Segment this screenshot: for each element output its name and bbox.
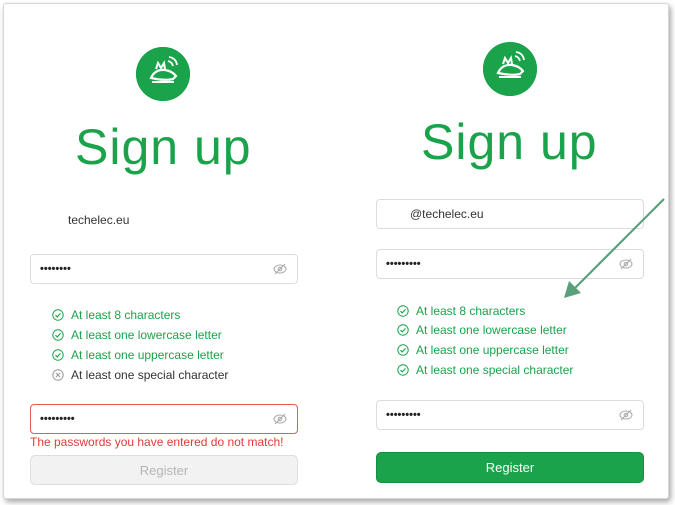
password-value: •••••••• <box>40 263 71 275</box>
rule-label: At least 8 characters <box>71 308 181 322</box>
check-circle-icon <box>397 364 409 376</box>
rule-special-char: At least one special character <box>52 368 228 382</box>
check-circle-icon <box>52 349 64 361</box>
check-circle-icon <box>397 324 409 336</box>
password-mismatch-error: The passwords you have entered do not ma… <box>30 435 284 449</box>
email-value: techelec.eu <box>68 213 130 227</box>
confirm-password-value: ••••••••• <box>40 413 75 425</box>
check-circle-icon <box>52 309 64 321</box>
rule-uppercase: At least one uppercase letter <box>397 343 569 357</box>
confirm-password-field[interactable]: ••••••••• <box>30 404 298 434</box>
rule-uppercase: At least one uppercase letter <box>52 348 224 362</box>
register-button-disabled[interactable]: Register <box>30 455 298 485</box>
rule-label: At least 8 characters <box>416 304 526 318</box>
eye-slash-icon[interactable] <box>619 409 633 421</box>
rule-label: At least one lowercase letter <box>416 323 567 337</box>
rule-label: At least one uppercase letter <box>71 348 224 362</box>
page-title: Sign up <box>421 114 598 170</box>
check-circle-icon <box>52 329 64 341</box>
fox-logo-icon <box>483 42 537 96</box>
password-value: ••••••••• <box>386 258 421 270</box>
rule-label: At least one lowercase letter <box>71 328 222 342</box>
eye-slash-icon[interactable] <box>273 413 287 425</box>
check-circle-icon <box>397 305 409 317</box>
check-circle-icon <box>397 344 409 356</box>
rule-label: At least one special character <box>71 368 229 382</box>
register-button[interactable]: Register <box>376 452 644 483</box>
page-title: Sign up <box>75 119 252 175</box>
confirm-password-value: ••••••••• <box>386 409 421 421</box>
eye-slash-icon[interactable] <box>273 263 287 275</box>
email-field[interactable]: techelec.eu <box>30 205 298 235</box>
password-field[interactable]: •••••••• <box>30 254 298 284</box>
email-value: @techelec.eu <box>410 207 484 221</box>
rule-lowercase: At least one lowercase letter <box>52 328 222 342</box>
rule-lowercase: At least one lowercase letter <box>397 323 567 337</box>
rule-min-length: At least 8 characters <box>52 308 180 322</box>
annotation-arrow <box>564 198 665 298</box>
x-circle-icon <box>52 369 64 381</box>
rule-min-length: At least 8 characters <box>397 304 525 318</box>
rule-special-char: At least one special character <box>397 363 573 377</box>
fox-logo-icon <box>136 47 190 101</box>
confirm-password-field[interactable]: ••••••••• <box>376 400 644 430</box>
rule-label: At least one special character <box>416 363 574 377</box>
rule-label: At least one uppercase letter <box>416 343 569 357</box>
